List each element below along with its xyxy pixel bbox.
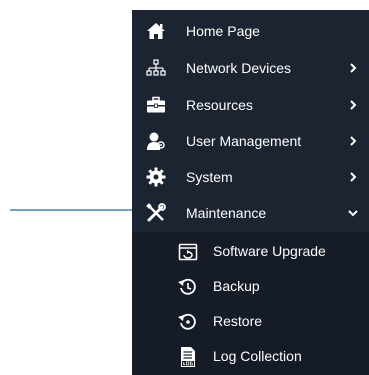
menu-item-home-page[interactable]: Home Page	[132, 13, 369, 50]
menu-item-label: Network Devices	[186, 60, 292, 76]
user-icon	[144, 129, 168, 153]
submenu-item-log-collection[interactable]: Log Collection	[132, 339, 369, 374]
chevron-right-icon	[350, 63, 357, 73]
network-icon	[144, 56, 168, 80]
menu-item-label: Maintenance	[186, 205, 267, 221]
submenu-item-label: Backup	[213, 278, 260, 294]
home-icon	[144, 19, 168, 43]
maintenance-submenu: Software Upgrade Backup Restore Log Coll…	[132, 232, 369, 375]
briefcase-icon	[144, 93, 168, 117]
submenu-item-label: Restore	[213, 313, 263, 329]
menu-item-resources[interactable]: Resources	[132, 87, 369, 124]
submenu-item-label: Log Collection	[213, 348, 302, 364]
annotation-arrow	[10, 204, 146, 216]
log-icon	[176, 345, 200, 369]
menu-item-system[interactable]: System	[132, 159, 369, 196]
menu-item-network-devices[interactable]: Network Devices	[132, 50, 369, 87]
sidebar-menu: Home Page Network Devices Resources User…	[132, 10, 369, 375]
submenu-item-software-upgrade[interactable]: Software Upgrade	[132, 234, 369, 269]
menu-item-user-management[interactable]: User Management	[132, 123, 369, 160]
menu-item-maintenance[interactable]: Maintenance	[132, 195, 369, 232]
submenu-item-label: Software Upgrade	[213, 243, 326, 259]
gear-icon	[144, 165, 168, 189]
chevron-down-icon	[348, 210, 358, 217]
menu-item-label: Resources	[186, 97, 253, 113]
submenu-item-restore[interactable]: Restore	[132, 304, 369, 339]
restore-icon	[176, 310, 200, 334]
chevron-right-icon	[350, 136, 357, 146]
chevron-right-icon	[350, 100, 357, 110]
menu-item-label: System	[186, 169, 233, 185]
menu-item-label: Home Page	[186, 23, 260, 39]
submenu-item-backup[interactable]: Backup	[132, 269, 369, 304]
menu-item-label: User Management	[186, 133, 302, 149]
upgrade-icon	[176, 240, 200, 264]
backup-icon	[176, 275, 200, 299]
chevron-right-icon	[350, 172, 357, 182]
tools-icon	[144, 201, 168, 225]
